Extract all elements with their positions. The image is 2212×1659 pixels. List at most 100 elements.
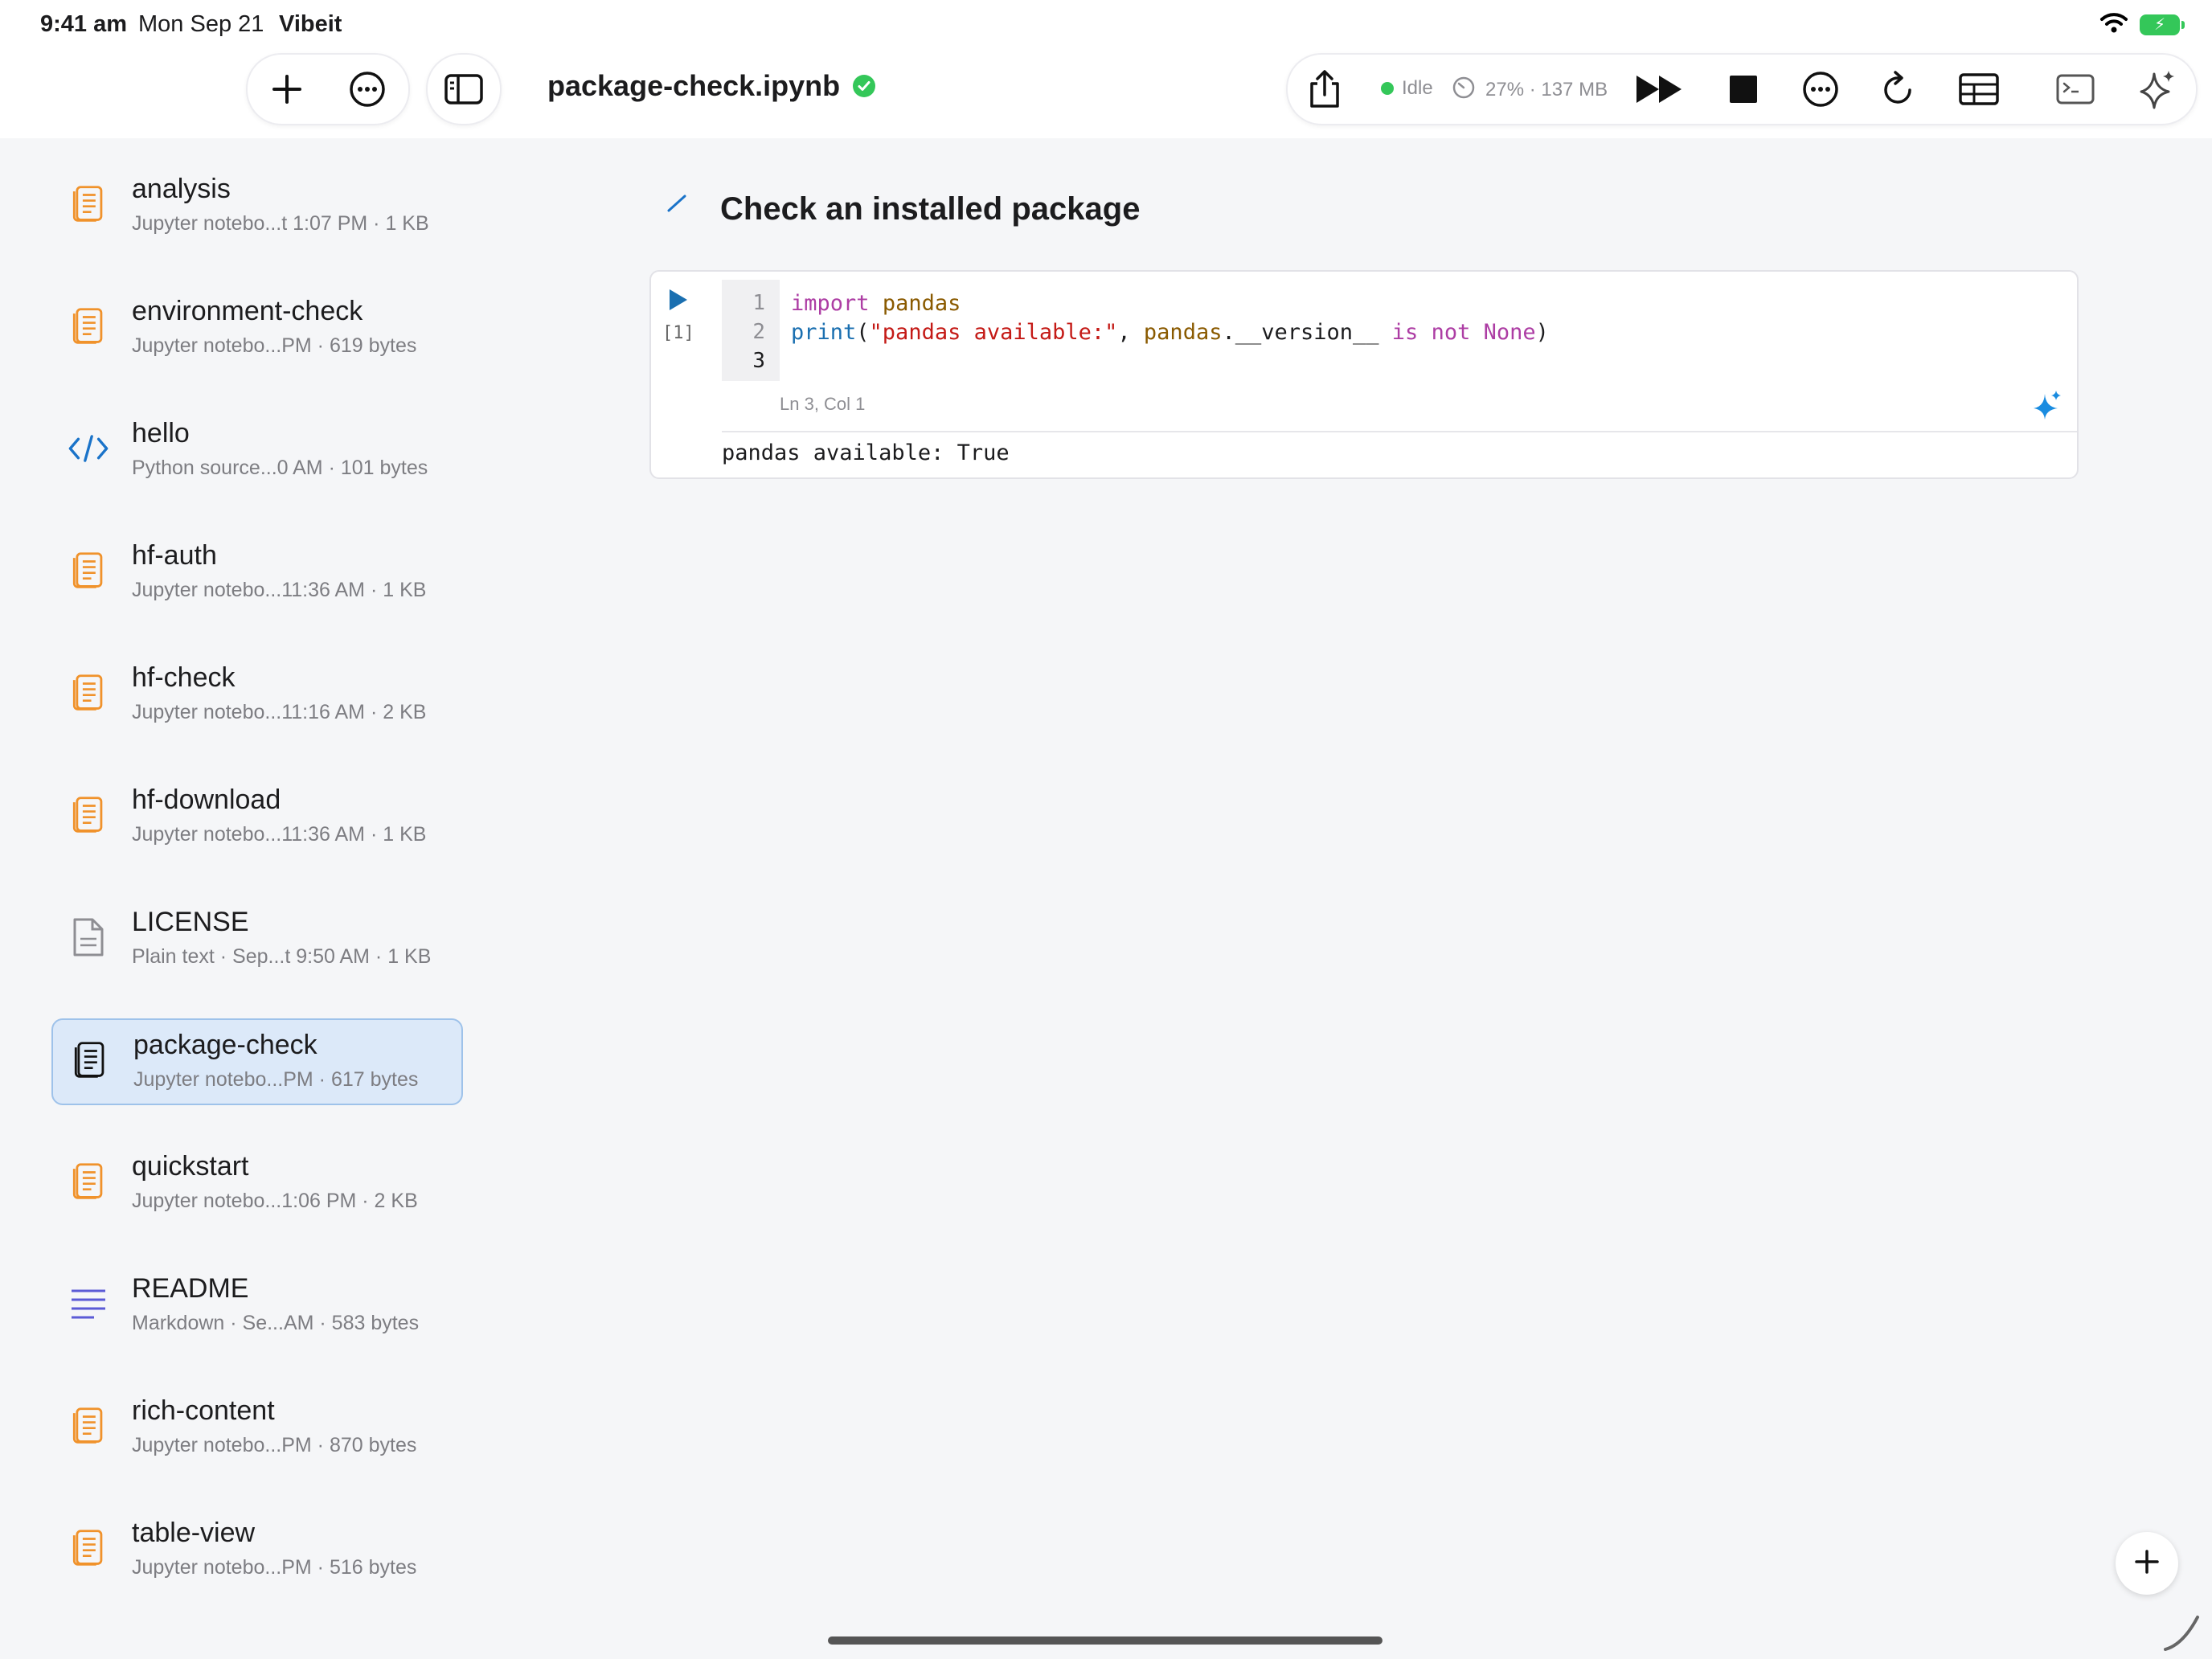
keyword: not	[1431, 320, 1471, 345]
file-name: environment-check	[132, 296, 363, 326]
gauge-icon	[1452, 76, 1476, 104]
top-bar: 9:41 am Mon Sep 21 Vibeit ⚡ package-chec…	[0, 0, 2212, 138]
file-name: quickstart	[132, 1151, 249, 1182]
sidebar-file-item[interactable]: table-view Jupyter notebo...PM · 516 byte…	[51, 1508, 461, 1591]
line-number-gutter: 1 2 3	[722, 280, 780, 381]
notebook-icon	[68, 304, 109, 349]
output-divider	[722, 431, 2077, 432]
sidebar-file-item[interactable]: rich-content Jupyter notebo...PM · 870 by…	[51, 1386, 461, 1469]
attribute: .__version__	[1222, 320, 1392, 345]
notebook-icon	[68, 548, 109, 593]
code-cell[interactable]: [1] 1 2 3 import pandas print("pandas av…	[649, 270, 2079, 479]
sidebar-file-item[interactable]: environment-check Jupyter notebo...PM · 6…	[51, 286, 461, 370]
file-name: rich-content	[132, 1395, 275, 1426]
toolbar-left-group	[246, 53, 410, 125]
line-number: 1	[752, 291, 765, 315]
run-cell-icon[interactable]	[667, 288, 690, 316]
file-name: analysis	[132, 174, 231, 204]
keyword: import	[791, 291, 870, 316]
notebook-icon	[68, 793, 109, 838]
file-meta: Jupyter notebo...PM · 617 bytes	[133, 1068, 419, 1091]
run-all-icon[interactable]	[1635, 74, 1685, 104]
module-name: pandas	[1143, 320, 1223, 345]
sidebar-file-item[interactable]: LICENSE Plain text · Sep...t 9:50 AM · 1 …	[51, 897, 461, 981]
string-literal: "pandas available:"	[869, 320, 1118, 345]
sidebar-toggle-button[interactable]	[426, 53, 502, 125]
sidebar-file-item[interactable]: quickstart Jupyter notebo...1:06 PM · 2 K…	[51, 1141, 461, 1225]
pencil-corner-icon[interactable]	[2162, 1612, 2202, 1657]
kernel-status-dot	[1381, 82, 1394, 95]
plus-icon[interactable]	[271, 73, 303, 105]
notebook-icon	[69, 1038, 111, 1083]
add-cell-button[interactable]	[2116, 1532, 2178, 1595]
sidebar-file-item[interactable]: analysis Jupyter notebo...t 1:07 PM · 1 K…	[51, 164, 461, 248]
execution-count: [1]	[662, 323, 694, 343]
file-meta: Markdown · Se...AM · 583 bytes	[132, 1312, 420, 1334]
file-name: LICENSE	[132, 907, 249, 937]
file-name: README	[132, 1273, 249, 1304]
file-meta: Jupyter notebo...1:06 PM · 2 KB	[132, 1190, 418, 1212]
function-name: print	[791, 320, 857, 345]
file-meta: Jupyter notebo...t 1:07 PM · 1 KB	[132, 212, 429, 235]
notebook-icon	[68, 182, 109, 227]
restart-icon[interactable]	[1881, 69, 1916, 108]
file-meta: Jupyter notebo...PM · 619 bytes	[132, 334, 417, 357]
file-meta: Plain text · Sep...t 9:50 AM · 1 KB	[132, 945, 432, 968]
file-meta: Jupyter notebo...11:36 AM · 1 KB	[132, 823, 427, 846]
sidebar-file-item[interactable]: hello Python source...0 AM · 101 bytes	[51, 408, 461, 492]
keyword: None	[1483, 320, 1536, 345]
share-icon[interactable]	[1307, 69, 1342, 109]
notebook-icon	[68, 670, 109, 715]
resource-usage: 27% · 137 MB	[1452, 76, 1608, 104]
sidebar-file-item[interactable]: hf-auth Jupyter notebo...11:36 AM · 1 KB	[51, 530, 461, 614]
markdown-edit-icon[interactable]	[664, 190, 691, 221]
keyword: is	[1391, 320, 1419, 345]
module-name: pandas	[882, 291, 961, 316]
file-name: package-check	[133, 1030, 317, 1060]
code-icon	[68, 426, 109, 471]
file-meta: Jupyter notebo...PM · 516 bytes	[132, 1556, 417, 1579]
status-time: 9:41 am	[40, 11, 128, 37]
plus-icon	[2134, 1549, 2160, 1579]
code-line-2[interactable]: print("pandas available:", pandas.__vers…	[791, 320, 1549, 345]
file-meta: Jupyter notebo...11:36 AM · 1 KB	[132, 579, 427, 601]
table-icon[interactable]	[1958, 72, 2000, 106]
more-icon[interactable]	[1802, 71, 1839, 108]
status-app-name: Vibeit	[279, 11, 342, 37]
kernel-status[interactable]: Idle	[1381, 77, 1433, 100]
file-name: hf-check	[132, 662, 236, 693]
sidebar-file-item[interactable]: package-check Jupyter notebo...PM · 617 b…	[51, 1018, 463, 1105]
toolbar-right-group: Idle 27% · 137 MB	[1286, 53, 2198, 125]
battery-charging-icon: ⚡	[2140, 14, 2185, 35]
markdown-heading[interactable]: Check an installed package	[720, 191, 1140, 227]
terminal-icon[interactable]	[2056, 74, 2095, 104]
line-number-active: 3	[752, 349, 765, 373]
text-file-icon	[68, 915, 109, 960]
checkmark-circle-icon	[853, 75, 876, 97]
wifi-icon	[2099, 11, 2128, 38]
sidebar-file-item[interactable]: hf-download Jupyter notebo...11:36 AM · 1…	[51, 775, 461, 858]
ai-assist-icon[interactable]	[2032, 389, 2062, 425]
sidebar-file-item[interactable]: hf-check Jupyter notebo...11:16 AM · 2 KB	[51, 653, 461, 736]
home-indicator	[828, 1636, 1382, 1645]
cell-output: pandas available: True	[722, 440, 1010, 465]
file-name: hf-download	[132, 784, 281, 815]
code-line-1[interactable]: import pandas	[791, 291, 961, 316]
file-meta: Jupyter notebo...11:16 AM · 2 KB	[132, 701, 427, 723]
document-title-text: package-check.ipynb	[547, 69, 841, 102]
sparkle-icon[interactable]	[2140, 69, 2177, 109]
memory-usage-label: 27% · 137 MB	[1485, 78, 1608, 100]
more-icon[interactable]	[349, 71, 386, 108]
cursor-position: Ln 3, Col 1	[780, 394, 866, 414]
sidebar-file-item[interactable]: README Markdown · Se...AM · 583 bytes	[51, 1264, 461, 1347]
status-date: Mon Sep 21	[138, 11, 264, 37]
stop-icon[interactable]	[1728, 74, 1759, 104]
paren: (	[856, 320, 870, 345]
notebook-icon	[68, 1159, 109, 1204]
comma: ,	[1117, 320, 1144, 345]
notebook-icon	[68, 1526, 109, 1571]
file-name: hf-auth	[132, 540, 217, 571]
file-meta: Jupyter notebo...PM · 870 bytes	[132, 1434, 417, 1456]
